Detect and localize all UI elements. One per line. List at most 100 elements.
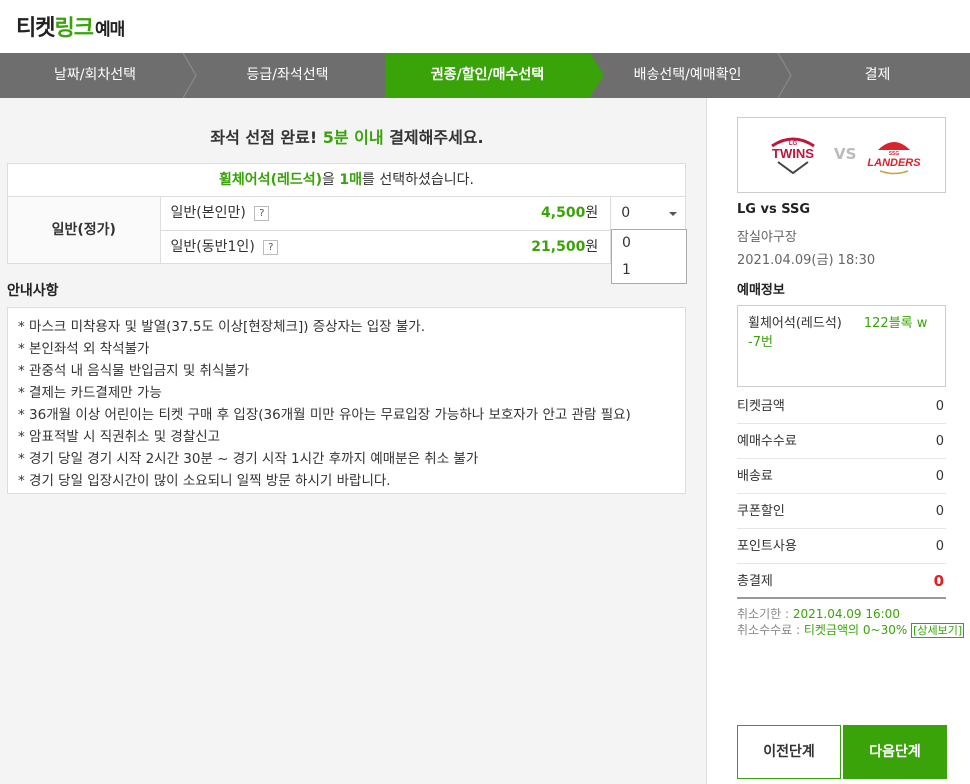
- quantity-select[interactable]: 0: [611, 197, 685, 230]
- seat-hold-notice: 좌석 선점 완료! 5분 이내 결제해주세요.: [0, 124, 694, 148]
- price-row: 일반(본인만) ? 4,500원: [161, 197, 611, 230]
- main-content: 좌석 선점 완료! 5분 이내 결제해주세요. 휠체어석(레드석)을 1매를 선…: [0, 98, 706, 784]
- chevron-down-icon: [669, 212, 677, 216]
- step-ticket-type-select[interactable]: 권종/할인/매수선택: [385, 53, 604, 98]
- dropdown-option[interactable]: 1: [612, 257, 686, 284]
- reservation-info-box: 휠체어석(레드석) 122블록 w -7번: [737, 305, 946, 387]
- help-icon[interactable]: ?: [254, 205, 270, 221]
- reservation-info-title: 예매정보: [737, 283, 785, 298]
- chevron-separator-icon: [777, 53, 792, 98]
- ticketlink-logo[interactable]: 티켓링크 예매: [16, 10, 125, 42]
- msg-suffix: 를 선택하셨습니다.: [361, 172, 474, 188]
- guide-item: * 경기 당일 경기 시작 2시간 30분 ~ 경기 시작 1시간 후까지 예매…: [18, 451, 479, 467]
- next-step-button[interactable]: 다음단계: [843, 725, 947, 779]
- cancel-deadline-label: 취소기한 :: [737, 607, 793, 621]
- cost-label: 예매수수료: [737, 434, 797, 449]
- cancel-fee-label: 취소수수료 :: [737, 623, 804, 637]
- guide-item: * 36개월 이상 어린이는 티켓 구매 후 입장(36개월 미만 유아는 무료…: [18, 407, 631, 423]
- step-date-select[interactable]: 날짜/회차선택: [0, 53, 197, 98]
- logo-text-reserve: 예매: [94, 20, 125, 40]
- price-row-name: 일반(동반1인): [170, 239, 255, 255]
- dropdown-option[interactable]: 0: [612, 230, 686, 257]
- seat-grade: 휠체어석(레드석): [748, 316, 842, 331]
- cost-row-fee: 예매수수료 0: [737, 424, 946, 459]
- logo-text-ticket: 티켓: [16, 16, 55, 41]
- chevron-separator-icon: [182, 53, 197, 98]
- step-label: 권종/할인/매수선택: [430, 67, 545, 83]
- cost-label: 배송료: [737, 469, 773, 484]
- guide-item: * 암표적발 시 직권취소 및 경찰신고: [18, 429, 221, 445]
- cost-row-delivery: 배송료 0: [737, 459, 946, 494]
- seat-selection-message: 휠체어석(레드석)을 1매를 선택하셨습니다.: [8, 164, 685, 197]
- price-amount: 4,500: [541, 205, 586, 221]
- guide-item: * 본인좌석 외 착석불가: [18, 341, 150, 357]
- guide-title: 안내사항: [7, 283, 59, 299]
- twins-text: TWINS: [772, 146, 814, 161]
- price-rows: 일반(본인만) ? 4,500원 일반(동반1인) ? 21,500원: [160, 197, 611, 263]
- msg-particle: 을: [322, 172, 335, 188]
- guide-box: * 마스크 미착용자 및 발열(37.5도 이상[현장체크]) 증상자는 입장 …: [7, 307, 686, 494]
- cancel-fee-detail-link[interactable]: [상세보기]: [911, 623, 965, 638]
- lg-twins-logo-icon: LG TWINS: [771, 137, 815, 175]
- cost-value: 0: [935, 434, 944, 449]
- header: 티켓링크 예매: [0, 0, 970, 53]
- step-seat-select[interactable]: 등급/좌석선택: [190, 53, 385, 98]
- match-datetime: 2021.04.09(금) 18:30: [737, 253, 876, 268]
- price-row-price: 4,500원: [541, 197, 598, 230]
- step-label: 배송선택/예매확인: [633, 67, 742, 83]
- cost-label: 포인트사용: [737, 539, 797, 554]
- cancel-fee: 티켓금액의 0~30%: [803, 623, 908, 637]
- logo-text-link: 링크: [54, 16, 93, 41]
- quantity-value: 0: [621, 205, 631, 221]
- cost-value: 0: [935, 469, 944, 484]
- price-type-label: 일반(정가): [8, 197, 161, 263]
- notice-suffix: 결제해주세요.: [389, 128, 484, 147]
- cost-row-ticket: 티켓금액 0: [737, 389, 946, 424]
- step-payment[interactable]: 결제: [785, 53, 970, 98]
- step-delivery-confirm[interactable]: 배송선택/예매확인: [590, 53, 792, 98]
- notice-time-limit: 5분 이내: [322, 128, 384, 147]
- match-venue: 잠실야구장: [737, 230, 797, 245]
- price-row-price: 21,500원: [531, 231, 598, 263]
- price-unit: 원: [585, 239, 599, 255]
- guide-item: * 마스크 미착용자 및 발열(37.5도 이상[현장체크]) 증상자는 입장 …: [18, 319, 425, 335]
- step-label: 등급/좌석선택: [246, 67, 329, 83]
- ssg-landers-logo-icon: SSG LANDERS: [867, 142, 921, 175]
- step-progress-bar: 날짜/회차선택 등급/좌석선택 권종/할인/매수선택 배송선택/예매확인 결제: [0, 53, 970, 98]
- step-label: 날짜/회차선택: [54, 67, 136, 83]
- cost-value: 0: [935, 504, 944, 519]
- quantity-dropdown-list: 0 1: [611, 229, 687, 284]
- cost-value: 0: [935, 539, 944, 554]
- price-row: 일반(동반1인) ? 21,500원: [160, 230, 611, 263]
- cost-value: 0: [935, 399, 944, 414]
- cost-label: 쿠폰할인: [737, 504, 785, 519]
- price-amount: 21,500: [531, 239, 586, 255]
- selected-grade: 휠체어석(레드석): [219, 172, 323, 188]
- guide-item: * 관중석 내 음식물 반입금지 및 취식불가: [18, 363, 250, 379]
- cancel-policy: 취소기한 : 2021.04.09 16:00 취소수수료 : 티켓금액의 0~…: [737, 606, 965, 639]
- help-icon[interactable]: ?: [263, 239, 279, 255]
- active-step-arrow-icon: [590, 53, 604, 97]
- cost-label: 총결제: [737, 574, 773, 589]
- vs-text: VS: [834, 145, 857, 163]
- selected-count: 1매: [339, 172, 362, 188]
- match-title: LG vs SSG: [737, 202, 811, 217]
- landers-text: LANDERS: [867, 157, 921, 169]
- guide-item: * 경기 당일 입장시간이 많이 소요되니 일찍 방문 하시기 바랍니다.: [18, 473, 391, 489]
- guide-item: * 결제는 카드결제만 가능: [18, 385, 162, 401]
- match-logos: LG TWINS VS SSG LANDERS: [737, 117, 946, 193]
- cost-row-points: 포인트사용 0: [737, 529, 946, 564]
- cost-summary: 티켓금액 0 예매수수료 0 배송료 0 쿠폰할인 0 포인트사용 0 총결제 0: [737, 389, 946, 599]
- prev-step-button[interactable]: 이전단계: [737, 725, 841, 779]
- step-label: 결제: [864, 67, 891, 83]
- cost-label: 티켓금액: [737, 399, 785, 414]
- price-row-name: 일반(본인만): [170, 205, 246, 221]
- cancel-deadline: 2021.04.09 16:00: [792, 607, 900, 621]
- reservation-sidebar: LG TWINS VS SSG LANDERS LG vs SSG 잠실야구장 …: [706, 98, 970, 784]
- price-unit: 원: [585, 205, 599, 221]
- cost-row-coupon: 쿠폰할인 0: [737, 494, 946, 529]
- cost-row-total: 총결제 0: [737, 564, 946, 599]
- total-value: 0: [933, 572, 944, 590]
- notice-prefix: 좌석 선점 완료!: [210, 128, 318, 147]
- price-table: 일반(정가) 일반(본인만) ? 4,500원 일반(동반1인) ? 21,50…: [8, 197, 685, 263]
